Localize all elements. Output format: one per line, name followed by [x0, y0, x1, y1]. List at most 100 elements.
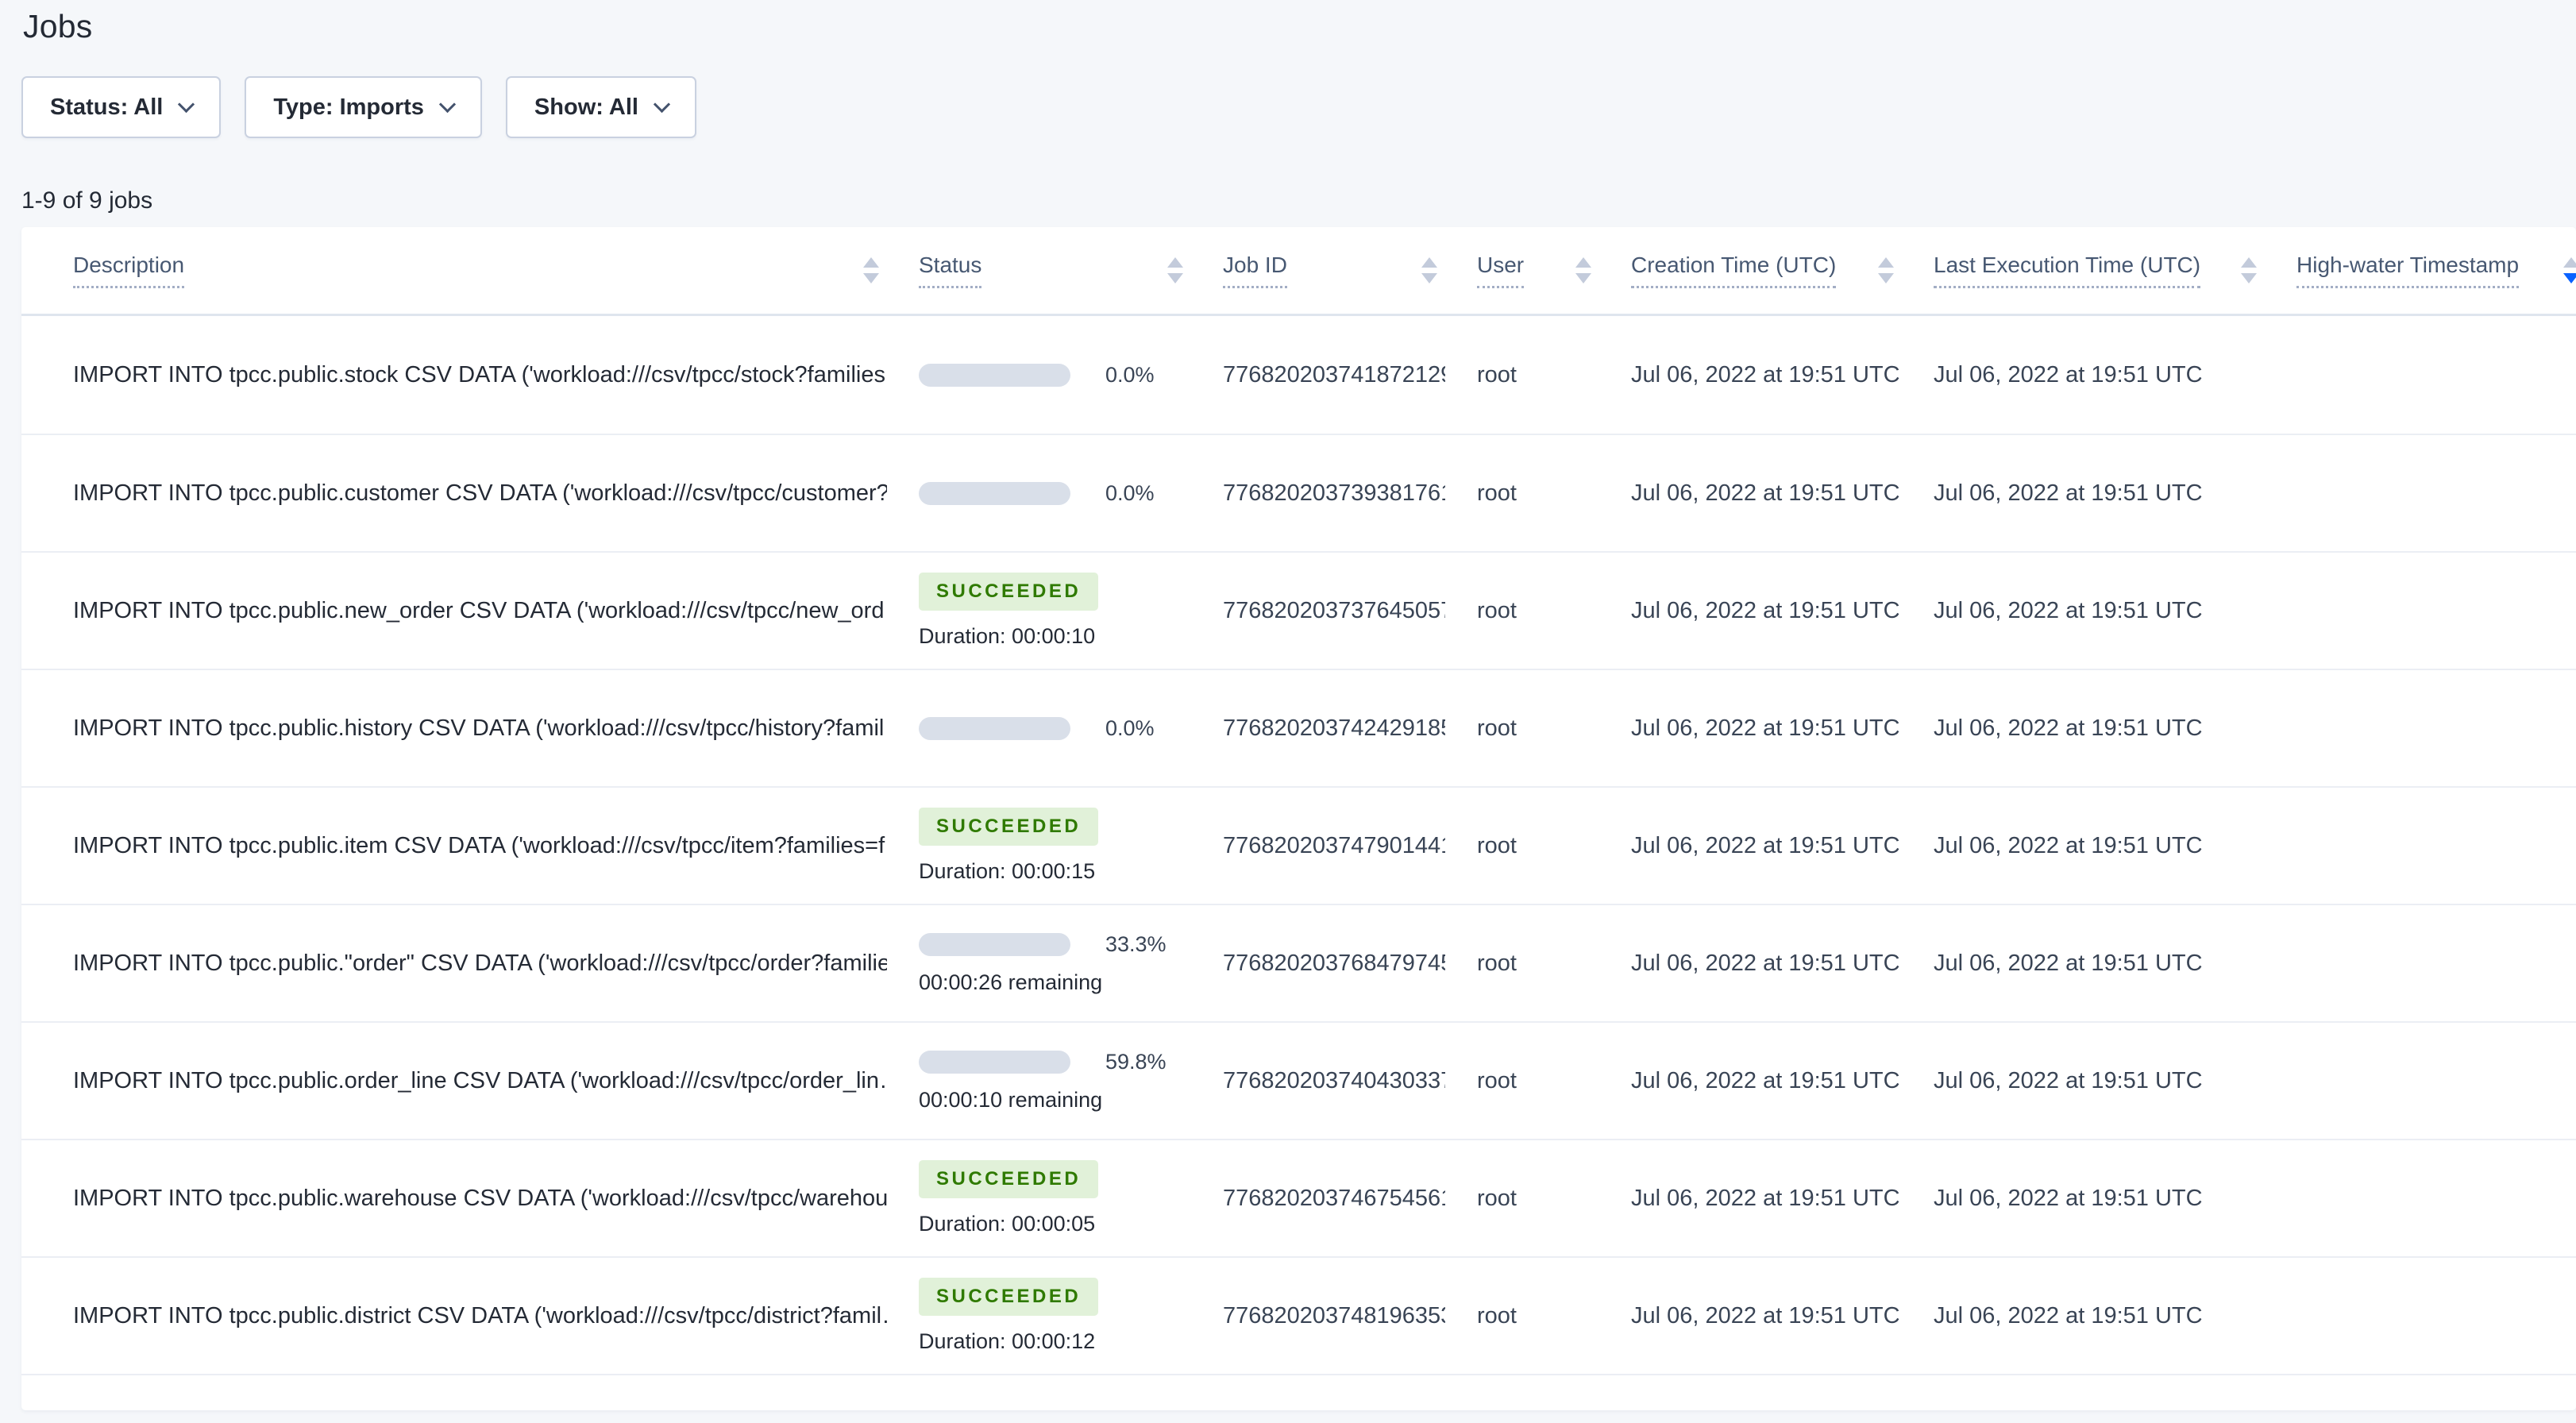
job-description[interactable]: IMPORT INTO tpcc.public."order" CSV DATA… [21, 951, 887, 977]
results-count: 1-9 of 9 jobs [21, 187, 153, 214]
creation-time: Jul 06, 2022 at 19:51 UTC [1631, 832, 1900, 858]
creation-time: Jul 06, 2022 at 19:51 UTC [1631, 1067, 1900, 1093]
job-user: root [1477, 361, 1517, 388]
column-header-last-execution-time-label[interactable]: Last Execution Time (UTC) [1934, 253, 2201, 288]
table-row[interactable]: IMPORT INTO tpcc.public.order_line CSV D… [21, 1021, 2576, 1139]
table-body: IMPORT INTO tpcc.public.stock CSV DATA (… [21, 316, 2576, 1375]
progress-track [919, 716, 1070, 740]
job-user: root [1477, 1185, 1517, 1211]
job-user: root [1477, 832, 1517, 858]
creation-time: Jul 06, 2022 at 19:51 UTC [1631, 361, 1900, 388]
status-filter-dropdown[interactable]: Status: All [21, 76, 222, 138]
column-header-status-label[interactable]: Status [919, 253, 982, 288]
chevron-down-icon [178, 95, 195, 113]
sort-icon[interactable] [1575, 257, 1591, 283]
column-header-status: Status [887, 227, 1191, 314]
column-header-last-execution-time: Last Execution Time (UTC) [1902, 227, 2265, 314]
last-execution-time: Jul 06, 2022 at 19:51 UTC [1934, 950, 2203, 976]
job-status-cell: SUCCEEDED Duration: 00:00:05 [887, 1160, 1191, 1236]
job-description[interactable]: IMPORT INTO tpcc.public.item CSV DATA ('… [21, 833, 887, 859]
status-subtext: Duration: 00:00:15 [919, 859, 1096, 883]
status-badge: SUCCEEDED [919, 808, 1099, 846]
progress-track [919, 1050, 1070, 1074]
job-id: 776820203768479745 [1223, 950, 1445, 976]
job-status-cell: 59.8% 00:00:10 remaining [887, 1050, 1191, 1113]
type-filter-dropdown[interactable]: Type: Imports [245, 76, 482, 138]
job-id: 776820203739381761 [1223, 480, 1445, 506]
last-execution-time: Jul 06, 2022 at 19:51 UTC [1934, 1302, 2203, 1329]
sort-icon[interactable] [1421, 257, 1437, 283]
column-header-description-label[interactable]: Description [73, 253, 185, 288]
job-id: 776820203741872129 [1223, 361, 1445, 388]
job-description[interactable]: IMPORT INTO tpcc.public.order_line CSV D… [21, 1068, 887, 1094]
table-row[interactable]: IMPORT INTO tpcc.public.item CSV DATA ('… [21, 786, 2576, 904]
progress-percentage: 0.0% [1105, 480, 1155, 505]
column-header-high-water-timestamp: High-water Timestamp [2265, 227, 2576, 314]
sort-icon[interactable] [2563, 257, 2576, 283]
job-description[interactable]: IMPORT INTO tpcc.public.new_order CSV DA… [21, 598, 887, 624]
column-header-creation-time: Creation Time (UTC) [1599, 227, 1902, 314]
job-id: 776820203740430337 [1223, 1067, 1445, 1093]
table-row[interactable]: IMPORT INTO tpcc.public."order" CSV DATA… [21, 904, 2576, 1021]
creation-time: Jul 06, 2022 at 19:51 UTC [1631, 480, 1900, 506]
jobs-page: Jobs Status: All Type: Imports Show: All… [0, 0, 2576, 1410]
filters-bar: Status: All Type: Imports Show: All [21, 76, 2576, 138]
sort-icon[interactable] [2241, 257, 2257, 283]
job-user: root [1477, 1067, 1517, 1093]
column-header-job-id: Job ID [1191, 227, 1445, 314]
last-execution-time: Jul 06, 2022 at 19:51 UTC [1934, 361, 2203, 388]
progress-bar: 0.0% [919, 481, 1191, 506]
job-status-cell: 0.0% [887, 716, 1191, 741]
job-description[interactable]: IMPORT INTO tpcc.public.customer CSV DAT… [21, 480, 887, 507]
column-header-user: User [1445, 227, 1599, 314]
progress-track [919, 481, 1070, 505]
job-description[interactable]: IMPORT INTO tpcc.public.warehouse CSV DA… [21, 1186, 887, 1212]
job-id: 776820203746754561 [1223, 1185, 1445, 1211]
table-row[interactable]: IMPORT INTO tpcc.public.district CSV DAT… [21, 1256, 2576, 1374]
job-user: root [1477, 480, 1517, 506]
column-header-description: Description [21, 227, 887, 314]
progress-percentage: 33.3% [1105, 931, 1167, 956]
job-description[interactable]: IMPORT INTO tpcc.public.stock CSV DATA (… [21, 362, 887, 388]
table-row[interactable]: IMPORT INTO tpcc.public.new_order CSV DA… [21, 551, 2576, 669]
last-execution-time: Jul 06, 2022 at 19:51 UTC [1934, 832, 2203, 858]
job-status-cell: SUCCEEDED Duration: 00:00:15 [887, 808, 1191, 884]
status-subtext: Duration: 00:00:12 [919, 1329, 1096, 1353]
progress-bar: 59.8% [919, 1050, 1191, 1074]
table-row[interactable]: IMPORT INTO tpcc.public.stock CSV DATA (… [21, 316, 2576, 434]
creation-time: Jul 06, 2022 at 19:51 UTC [1631, 597, 1900, 623]
job-status-cell: 33.3% 00:00:26 remaining [887, 932, 1191, 995]
table-row[interactable]: IMPORT INTO tpcc.public.customer CSV DAT… [21, 434, 2576, 551]
column-header-high-water-timestamp-label[interactable]: High-water Timestamp [2296, 253, 2520, 288]
sort-icon[interactable] [1878, 257, 1894, 283]
chevron-down-icon [653, 95, 671, 113]
status-subtext: Duration: 00:00:05 [919, 1212, 1096, 1236]
sort-icon[interactable] [1167, 257, 1183, 283]
show-filter-label: Show: All [534, 94, 638, 120]
job-id: 776820203747901441 [1223, 832, 1445, 858]
page-title: Jobs [23, 8, 93, 44]
job-status-cell: SUCCEEDED Duration: 00:00:10 [887, 573, 1191, 649]
creation-time: Jul 06, 2022 at 19:51 UTC [1631, 715, 1900, 741]
column-header-user-label[interactable]: User [1477, 253, 1525, 288]
progress-bar: 0.0% [919, 716, 1191, 741]
progress-track [919, 932, 1070, 956]
last-execution-time: Jul 06, 2022 at 19:51 UTC [1934, 480, 2203, 506]
last-execution-time: Jul 06, 2022 at 19:51 UTC [1934, 1067, 2203, 1093]
last-execution-time: Jul 06, 2022 at 19:51 UTC [1934, 1185, 2203, 1211]
sort-icon[interactable] [863, 257, 879, 283]
table-row[interactable]: IMPORT INTO tpcc.public.history CSV DATA… [21, 669, 2576, 786]
progress-percentage: 59.8% [1105, 1049, 1167, 1074]
job-id: 776820203737645057 [1223, 597, 1445, 623]
job-description[interactable]: IMPORT INTO tpcc.public.history CSV DATA… [21, 715, 887, 742]
table-header-row: Description Status Job ID User Creation … [21, 227, 2576, 316]
column-header-job-id-label[interactable]: Job ID [1223, 253, 1287, 288]
column-header-creation-time-label[interactable]: Creation Time (UTC) [1631, 253, 1837, 288]
job-description[interactable]: IMPORT INTO tpcc.public.district CSV DAT… [21, 1303, 887, 1329]
job-status-cell: SUCCEEDED Duration: 00:00:12 [887, 1278, 1191, 1354]
show-filter-dropdown[interactable]: Show: All [505, 76, 696, 138]
table-row[interactable]: IMPORT INTO tpcc.public.warehouse CSV DA… [21, 1139, 2576, 1256]
progress-percentage: 0.0% [1105, 715, 1155, 740]
status-badge: SUCCEEDED [919, 573, 1099, 611]
status-subtext: 00:00:26 remaining [919, 970, 1103, 994]
